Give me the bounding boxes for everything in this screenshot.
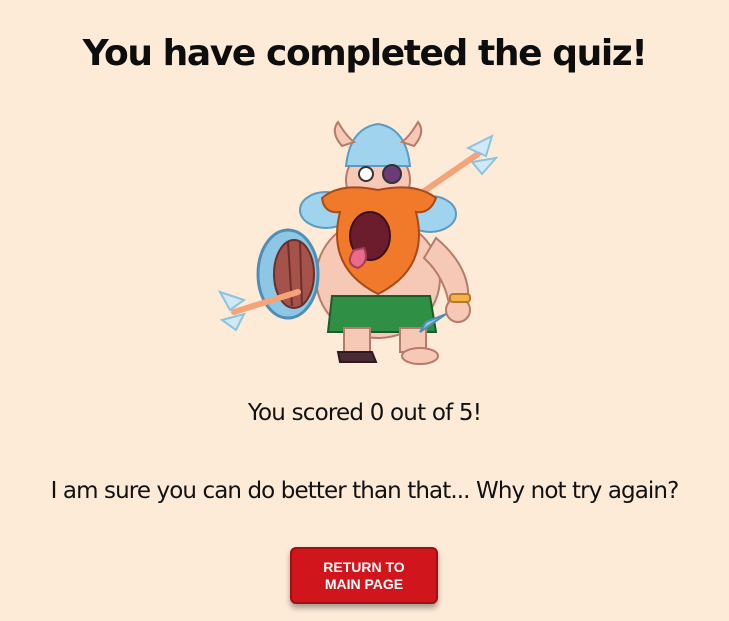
score-text: You scored 0 out of 5! <box>247 400 482 426</box>
quiz-result-page: You have completed the quiz! You scored … <box>0 0 729 621</box>
arrow-right <box>417 134 499 197</box>
return-button-label-line1: RETURN TO <box>323 559 405 575</box>
page-title: You have completed the quiz! <box>82 33 648 74</box>
viking-illustration <box>210 118 510 368</box>
encouragement-message: I am sure you can do better than that...… <box>50 478 680 504</box>
return-button-label-line2: MAIN PAGE <box>324 576 404 592</box>
defeated-viking-image <box>217 120 499 365</box>
return-to-main-page-button[interactable]: RETURN TO MAIN PAGE <box>290 547 438 604</box>
